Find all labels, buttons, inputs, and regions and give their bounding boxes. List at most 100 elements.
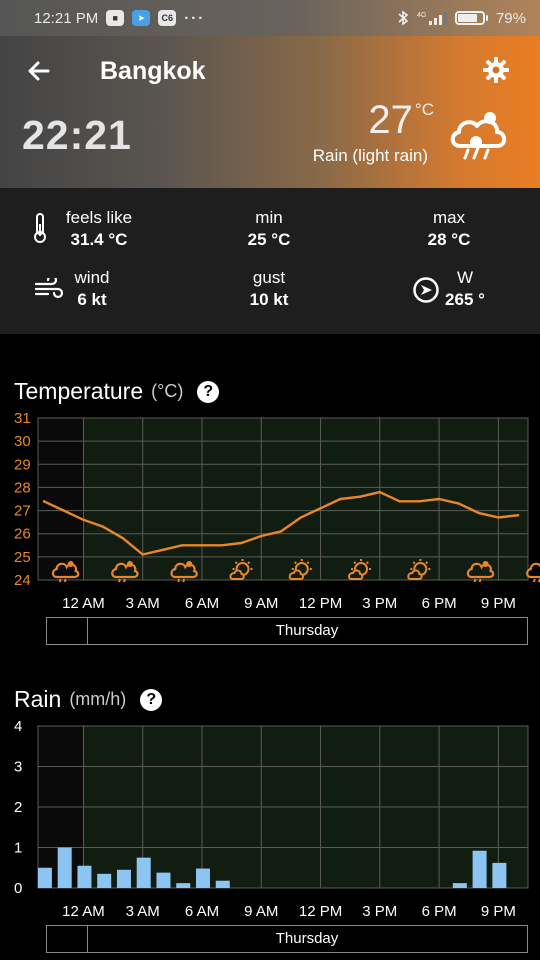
x-tick-label: 3 PM (362, 903, 397, 920)
rain-bar (37, 867, 52, 888)
temperature-day-bar: Thursday (46, 617, 528, 645)
y-tick-label: 31 (14, 410, 31, 427)
notification-icon: C6 (158, 10, 177, 26)
battery-icon (454, 11, 488, 25)
x-tick-label: 12 PM (299, 903, 342, 920)
y-tick-label: 24 (14, 572, 31, 589)
temperature-point (42, 500, 46, 503)
wind-direction-icon (412, 276, 440, 309)
rain-bar (452, 883, 467, 888)
y-tick-label: 30 (14, 433, 31, 450)
rain-help-icon[interactable]: ? (140, 688, 163, 711)
svg-text:4G: 4G (417, 12, 426, 19)
night-region (38, 418, 84, 580)
x-tick-label: 3 AM (126, 595, 160, 612)
temperature-point (339, 497, 342, 501)
rain-bar (176, 883, 191, 888)
temperature-title: Temperature (14, 378, 144, 404)
temperature-point (121, 537, 125, 540)
temperature-point (319, 507, 322, 510)
x-tick-label: 6 AM (185, 903, 219, 920)
rain-bar (116, 869, 131, 888)
gust: gust 10 kt (226, 268, 312, 310)
current-temperature: 27 °C (368, 98, 434, 143)
temperature-point (200, 544, 204, 547)
x-tick-label: 3 AM (126, 903, 160, 920)
gear-icon (483, 57, 509, 83)
temperature-section-title: Temperature (°C) ? (14, 378, 220, 405)
temperature-point (82, 518, 85, 522)
temperature-point (457, 502, 461, 505)
rain-title: Rain (14, 686, 62, 712)
temperature-point (358, 495, 362, 498)
rain-bar (77, 865, 92, 888)
back-arrow-icon (28, 61, 50, 81)
y-tick-label: 28 (14, 479, 31, 496)
app-notification-icon: ■ (106, 10, 125, 26)
more-notifications-icon: ··· (184, 9, 206, 27)
x-tick-label: 12 AM (62, 903, 105, 920)
y-tick-label: 0 (14, 880, 22, 897)
settings-button[interactable] (482, 56, 510, 84)
temperature-point (418, 500, 421, 503)
x-tick-label: 6 AM (185, 595, 219, 612)
temperature-point (102, 525, 105, 528)
y-tick-label: 2 (14, 799, 22, 816)
x-tick-label: 9 PM (481, 903, 516, 920)
rain-bar (215, 880, 230, 888)
wind-icon (34, 274, 64, 305)
y-tick-label: 3 (14, 759, 22, 776)
feels-like-value: 31.4 °C (70, 230, 128, 249)
y-tick-label: 1 (14, 840, 22, 857)
condition-text: Rain (light rain) (312, 146, 428, 165)
temperature-point (398, 500, 401, 503)
x-tick-label: 6 PM (422, 595, 457, 612)
telegram-icon: ➤ (132, 10, 151, 26)
max-value: 28 °C (427, 230, 471, 249)
rain-day-label: Thursday (275, 930, 339, 947)
temperature-point (181, 544, 184, 547)
temperature-point (279, 530, 283, 533)
thermometer-icon (32, 212, 48, 249)
back-button[interactable] (24, 56, 54, 86)
max-label: max (432, 208, 466, 227)
wind-value: 6 kt (77, 290, 107, 309)
rain-unit-label: (mm/h) (69, 689, 127, 709)
max-temp: max 28 °C (406, 208, 492, 250)
x-tick-label: 3 PM (362, 595, 397, 612)
temperature-point (260, 534, 263, 538)
signal-icon: 4G (417, 10, 447, 26)
temperature-point (497, 516, 500, 519)
cloud-rain-icon (446, 110, 510, 162)
rain-section-title: Rain (mm/h) ? (14, 686, 163, 713)
temperature-help-icon[interactable]: ? (197, 380, 220, 403)
wind-direction-value: 265 ° (445, 290, 485, 309)
temperature-unit: °C (414, 100, 434, 119)
gust-label: gust (252, 268, 286, 287)
rain-bar (136, 857, 151, 888)
y-tick-label: 25 (14, 549, 31, 566)
temperature-point (161, 548, 164, 552)
rain-bar (57, 847, 72, 888)
min-label: min (255, 208, 283, 227)
temperature-value: 27 (368, 98, 413, 142)
feels-like-label: feels like (65, 208, 133, 227)
status-bar: 12:21 PM ■ ➤ C6 ··· 4G 79% (0, 0, 540, 36)
y-tick-label: 29 (14, 456, 31, 473)
temperature-point (141, 553, 144, 556)
day-region (83, 418, 529, 580)
x-tick-label: 12 PM (299, 595, 342, 612)
rain-bar (472, 850, 487, 888)
temperature-chart: 24 25 26 27 28 29 30 31 12 AM 3 AM 6 AM 9 AM 12 PM 3 … (14, 410, 540, 612)
gust-value: 10 kt (249, 290, 289, 309)
temperature-day-label: Thursday (275, 622, 339, 639)
temperature-point (299, 516, 302, 519)
temperature-point (378, 490, 382, 494)
temperature-point (437, 497, 441, 501)
rain-bar (156, 872, 171, 888)
min-temp: min 25 °C (226, 208, 312, 250)
weather-header: Bangkok 22:21 27 °C Rain (light rain) (0, 36, 540, 188)
wind: wind 6 kt (62, 268, 122, 310)
feels-like: feels like 31.4 °C (56, 208, 142, 250)
status-time: 12:21 PM (34, 9, 99, 27)
